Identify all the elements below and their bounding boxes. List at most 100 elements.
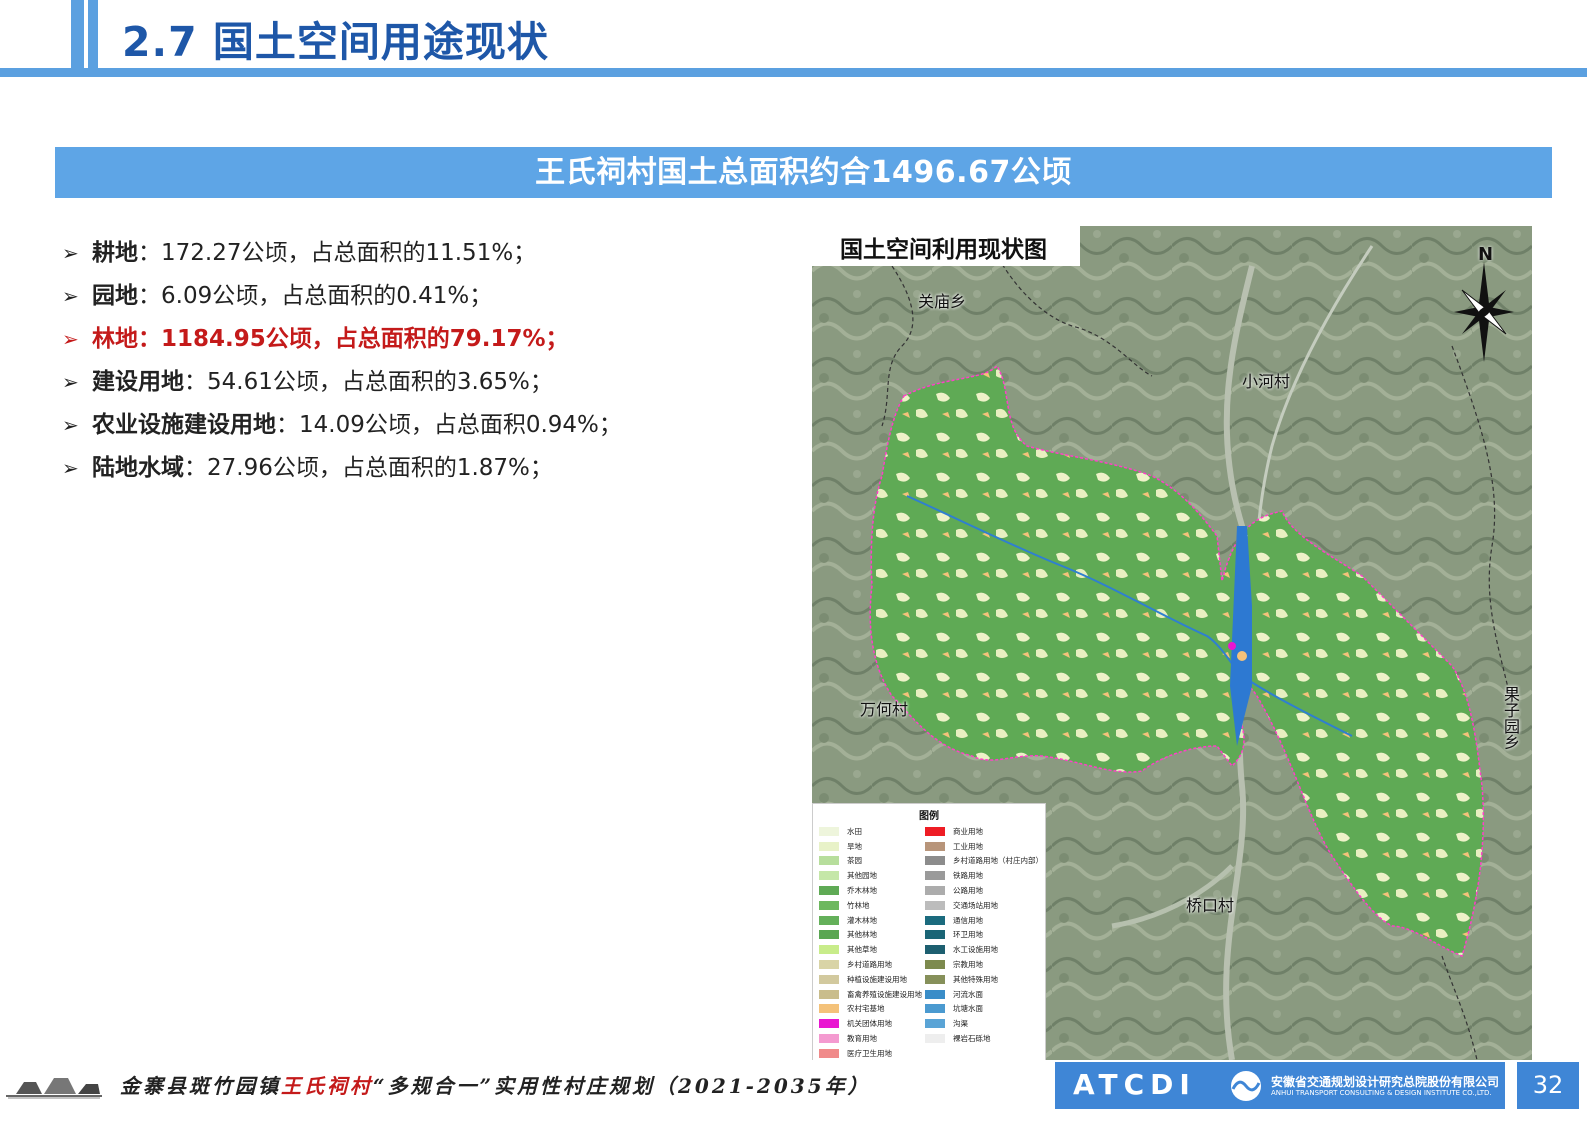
legend-item: 公路用地 <box>925 883 1043 898</box>
legend-label: 环卫用地 <box>953 930 983 940</box>
footer-village-name: 王氏祠村 <box>281 1074 373 1098</box>
legend-label: 医疗卫生用地 <box>847 1048 892 1058</box>
legend-item: 畜禽养殖设施建设用地 <box>819 987 922 1002</box>
legend-label: 机关团体用地 <box>847 1019 892 1029</box>
legend-item: 其他特殊用地 <box>925 972 1043 987</box>
legend-title: 图例 <box>919 811 939 822</box>
legend-label: 公路用地 <box>953 886 983 896</box>
land-use-map: 国土空间利用现状图 N 关庙乡 小河村 万何村 果子园乡 桥口村 图例 水田 旱地… <box>812 226 1532 1060</box>
legend-swatch <box>819 974 839 984</box>
legend-item: 茶园 <box>819 854 922 869</box>
arrow-bullet-icon: ➢ <box>62 241 79 265</box>
item-label: 陆地水域 <box>92 455 184 481</box>
village-label: 小河村 <box>1242 372 1291 391</box>
legend-item: 医疗卫生用地 <box>819 1046 922 1060</box>
legend-swatch <box>819 886 839 896</box>
banner-text: 王氏祠村国土总面积约合1496.67公顷 <box>535 155 1072 190</box>
land-use-list: ➢ 耕地：172.27公顷，占总面积的11.51%； ➢ 园地：6.09公顷，占总面… <box>62 232 622 490</box>
legend-swatch <box>819 960 839 970</box>
legend-swatch <box>819 1034 839 1044</box>
legend-item: 坑塘水面 <box>925 1002 1043 1017</box>
page-title: 2.7 国土空间用途现状 <box>122 18 549 66</box>
footer-text-part: “多规合一”实用性村庄规划（2021-2035年） <box>373 1074 871 1098</box>
legend-swatch <box>925 871 945 881</box>
village-label: 万何村 <box>860 700 909 719</box>
legend-label: 乔木林地 <box>847 886 877 896</box>
list-item-water: ➢ 陆地水域：27.96公顷，占总面积的1.87%； <box>62 447 622 490</box>
legend-label: 商业用地 <box>953 826 983 836</box>
footer-text-part: 金寨县斑竹园镇 <box>120 1074 281 1098</box>
header-accent-bar <box>71 0 84 68</box>
legend-swatch <box>925 1004 945 1014</box>
legend-label: 沟渠 <box>953 1019 968 1029</box>
legend-item: 工业用地 <box>925 839 1043 854</box>
legend-item: 乡村道路用地（村庄内部） <box>925 854 1043 869</box>
legend-column-left: 水田 旱地 茶园 其他园地 乔木林地 竹林地 灌木林地 其他林地 其他草地 乡村道路用地 种植设施建… <box>819 824 922 1060</box>
legend-label: 其他草地 <box>847 945 877 955</box>
legend-item: 其他草地 <box>819 942 922 957</box>
north-arrow-icon: N <box>1454 236 1524 362</box>
item-value: 6.09公顷，占总面积的0.41%； <box>161 283 493 309</box>
list-item-construction: ➢ 建设用地：54.61公顷，占总面积的3.65%； <box>62 361 622 404</box>
map-title: 国土空间利用现状图 <box>812 226 1080 266</box>
legend-item: 农村宅基地 <box>819 1002 922 1017</box>
list-item-forest: ➢ 林地：1184.95公顷，占总面积的79.17%； <box>62 318 622 361</box>
legend-label: 其他特殊用地 <box>953 974 998 984</box>
legend-item: 旱地 <box>819 839 922 854</box>
legend-swatch <box>819 826 839 836</box>
legend-label: 铁路用地 <box>953 871 983 881</box>
legend-swatch <box>819 930 839 940</box>
legend-item: 乔木林地 <box>819 883 922 898</box>
item-separator: ： <box>138 283 161 309</box>
legend-column-right: 商业用地 工业用地 乡村道路用地（村庄内部） 铁路用地 公路用地 交通场站用地 通信用地 环卫… <box>925 824 1043 1046</box>
legend-label: 乡村道路用地（村庄内部） <box>953 856 1043 866</box>
legend-label: 灌木林地 <box>847 915 877 925</box>
legend-label: 旱地 <box>847 841 862 851</box>
org-name-cn: 安徽省交通规划设计研究总院股份有限公司 <box>1271 1075 1500 1089</box>
legend-item: 裸岩石砾地 <box>925 1031 1043 1046</box>
organization-banner: ATCDI 安徽省交通规划设计研究总院股份有限公司 ANHUI TRANSPOR… <box>1055 1062 1505 1109</box>
legend-swatch <box>819 915 839 925</box>
item-label: 农业设施建设用地 <box>92 412 276 438</box>
legend-item: 商业用地 <box>925 824 1043 839</box>
legend-swatch <box>819 945 839 955</box>
legend-swatch <box>925 1034 945 1044</box>
list-item-garden: ➢ 园地：6.09公顷，占总面积的0.41%； <box>62 275 622 318</box>
legend-swatch <box>819 1019 839 1029</box>
village-sketch-logo <box>6 1078 102 1099</box>
item-separator: ： <box>276 412 299 438</box>
legend-item: 灌木林地 <box>819 913 922 928</box>
legend-item: 水工设施用地 <box>925 942 1043 957</box>
legend-item: 铁路用地 <box>925 868 1043 883</box>
legend-label: 其他园地 <box>847 871 877 881</box>
wave-logo-icon <box>1231 1071 1261 1101</box>
item-value: 27.96公顷，占总面积的1.87%； <box>207 455 553 481</box>
legend-swatch <box>925 841 945 851</box>
page-number: 32 <box>1517 1062 1579 1109</box>
legend-swatch <box>819 900 839 910</box>
village-label: 果子园乡 <box>1501 686 1520 750</box>
item-label: 林地 <box>92 326 138 352</box>
legend-swatch <box>819 1004 839 1014</box>
legend-label: 农村宅基地 <box>847 1004 885 1014</box>
legend-label: 工业用地 <box>953 841 983 851</box>
item-separator: ： <box>138 240 161 266</box>
legend-swatch <box>925 826 945 836</box>
legend-item: 其他园地 <box>819 868 922 883</box>
map-title-text: 国土空间利用现状图 <box>840 237 1047 263</box>
legend-label: 坑塘水面 <box>953 1004 983 1014</box>
arrow-bullet-icon: ➢ <box>62 284 79 308</box>
legend-label: 水田 <box>847 826 862 836</box>
header-accent-bar-2 <box>88 0 98 68</box>
legend-swatch <box>819 841 839 851</box>
legend-label: 乡村道路用地 <box>847 960 892 970</box>
legend-item: 种植设施建设用地 <box>819 972 922 987</box>
legend-swatch <box>925 960 945 970</box>
legend-label: 宗教用地 <box>953 960 983 970</box>
legend-swatch <box>819 989 839 999</box>
list-item-farmland: ➢ 耕地：172.27公顷，占总面积的11.51%； <box>62 232 622 275</box>
item-value: 54.61公顷，占总面积的3.65%； <box>207 369 553 395</box>
footer-plan-title: 金寨县斑竹园镇王氏祠村“多规合一”实用性村庄规划（2021-2035年） <box>120 1070 871 1099</box>
legend-swatch <box>819 1048 839 1058</box>
legend-item: 环卫用地 <box>925 928 1043 943</box>
